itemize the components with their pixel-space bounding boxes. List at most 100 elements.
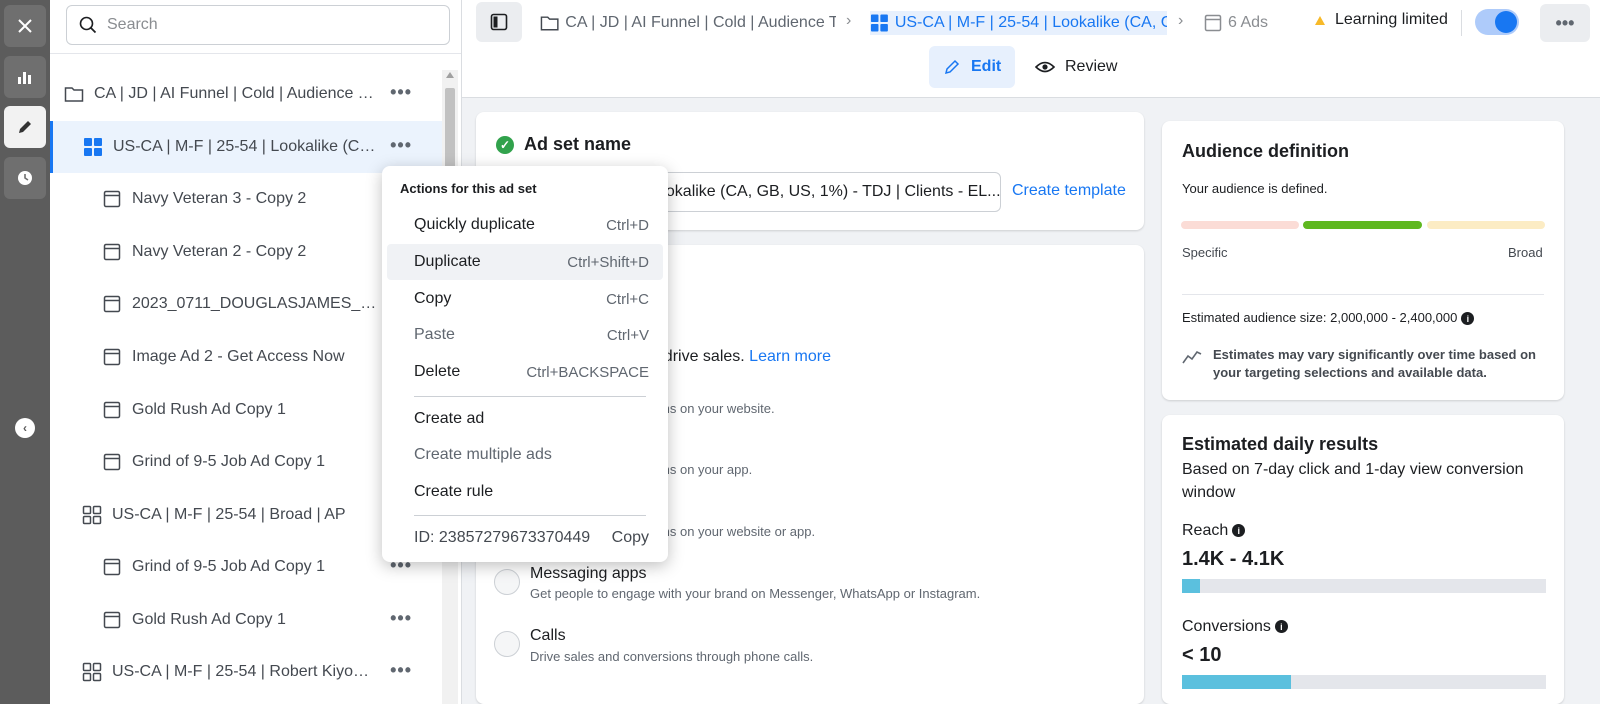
ad-icon — [1204, 14, 1222, 32]
analytics-icon — [18, 72, 31, 84]
reach-value: 1.4K - 4.1K — [1182, 548, 1285, 570]
breadcrumb-campaign[interactable]: CA | JD | AI Funnel | Cold | Audience Te — [540, 11, 836, 35]
menu-item-create-rule[interactable]: Create rule — [387, 474, 663, 510]
review-tab[interactable]: Review — [1021, 46, 1131, 88]
conversions-bar — [1182, 675, 1546, 689]
calls-radio[interactable] — [494, 631, 520, 657]
menu-item-shortcut: Ctrl+BACKSPACE — [526, 363, 649, 381]
menu-item-quickly-duplicate[interactable]: Quickly duplicate Ctrl+D — [387, 207, 663, 243]
menu-item-paste[interactable]: Paste Ctrl+V — [387, 317, 663, 353]
status-label: Learning limited — [1335, 11, 1448, 28]
menu-item-shortcut: Ctrl+C — [606, 290, 649, 308]
breadcrumb-label: 6 Ads — [1228, 14, 1269, 31]
reach-label: Reach i — [1182, 522, 1246, 540]
breadcrumb-ads[interactable]: 6 Ads — [1204, 11, 1294, 35]
adset-grid-icon — [83, 137, 103, 157]
create-template-link[interactable]: Create template — [1012, 182, 1126, 200]
breadcrumb-label: CA | JD | AI Funnel | Cold | Audience Te — [565, 14, 836, 31]
folder-icon — [64, 84, 84, 104]
audience-size-label: Estimated audience size: 2,000,000 - 2,4… — [1182, 310, 1458, 325]
edit-mode-button[interactable] — [4, 106, 46, 148]
clock-icon — [18, 171, 32, 185]
menu-item-adset-id: ID: 23857279673370449 Copy — [387, 520, 663, 556]
daily-results-subtitle: Based on 7-day click and 1-day view conv… — [1182, 461, 1524, 501]
close-button[interactable] — [4, 5, 46, 47]
tree-row-label: Gold Rush Ad Copy 1 — [132, 611, 286, 628]
tree-row-label: US-CA | M-F | 25-54 | Lookalike (CA, ... — [113, 138, 381, 155]
tree-row-ad[interactable]: Gold Rush Ad Copy 1 ••• — [50, 594, 442, 646]
ad-icon — [102, 452, 122, 472]
info-icon[interactable]: i — [1461, 312, 1475, 326]
history-button[interactable] — [4, 157, 46, 199]
more-actions-button[interactable]: ••• — [1540, 4, 1590, 42]
scroll-up-icon[interactable] — [446, 72, 454, 78]
tree-row-campaign[interactable]: CA | JD | AI Funnel | Cold | Audience Te… — [50, 68, 442, 120]
info-icon[interactable]: i — [1232, 524, 1246, 538]
adset-name-heading: Ad set name — [524, 134, 632, 154]
analytics-button[interactable] — [4, 56, 46, 98]
more-options-icon[interactable]: ••• — [390, 608, 412, 629]
edit-tab[interactable]: Edit — [929, 46, 1016, 88]
tree-row-label: Navy Veteran 2 - Copy 2 — [132, 243, 307, 260]
tree-row-label: Image Ad 2 - Get Access Now — [132, 348, 345, 365]
ad-icon — [102, 294, 122, 314]
search-input[interactable]: Search — [66, 5, 450, 45]
tree-row-label: Gold Rush Ad Copy 1 — [132, 401, 286, 418]
menu-item-duplicate[interactable]: Duplicate Ctrl+Shift+D — [387, 244, 663, 280]
divider — [50, 53, 461, 54]
breadcrumb-label: US-CA | M-F | 25-54 | Lookalike (CA, GB — [894, 14, 1167, 31]
menu-item-create-multiple-ads[interactable]: Create multiple ads — [387, 437, 663, 473]
audience-size: Estimated audience size: 2,000,000 - 2,4… — [1182, 310, 1475, 326]
ad-icon — [102, 610, 122, 630]
menu-item-create-ad[interactable]: Create ad — [387, 401, 663, 437]
toggle-panel-button[interactable] — [476, 2, 522, 42]
adset-on-off-toggle[interactable] — [1475, 9, 1519, 35]
menu-item-label: Quickly duplicate — [414, 216, 535, 233]
tree-row-label: US-CA | M-F | 25-54 | Broad | AP — [112, 506, 346, 523]
warning-icon — [1315, 15, 1325, 25]
collapse-panel-button[interactable]: ‹ — [15, 418, 35, 438]
conversion-description: to drive sales. Learn more — [646, 348, 831, 366]
adset-name-input[interactable]: ookalike (CA, GB, US, 1%) - TDJ | Client… — [646, 172, 1001, 212]
meter-broad-segment — [1427, 221, 1545, 229]
daily-results-card: Estimated daily results Based on 7-day c… — [1162, 415, 1564, 704]
left-rail: ‹ — [0, 0, 50, 704]
meter-broad-label: Broad — [1508, 245, 1543, 260]
daily-results-title: Estimated daily results — [1182, 434, 1379, 454]
more-options-icon[interactable]: ••• — [390, 660, 412, 681]
divider — [1182, 294, 1544, 295]
learn-more-link[interactable]: Learn more — [749, 348, 831, 365]
tree-row-adset[interactable]: US-CA | M-F | 25-54 | Robert Kiyosa... •… — [50, 646, 442, 698]
more-options-icon[interactable]: ••• — [390, 82, 412, 103]
context-menu-header: Actions for this ad set — [400, 181, 537, 196]
calls-title: Calls — [530, 627, 566, 644]
menu-item-shortcut: Ctrl+D — [606, 216, 649, 234]
delivery-status[interactable]: Learning limited — [1315, 11, 1448, 29]
ad-icon — [102, 400, 122, 420]
edit-tab-label: Edit — [971, 58, 1002, 75]
messaging-apps-radio[interactable] — [494, 569, 520, 595]
menu-item-label: Delete — [414, 363, 461, 380]
reach-bar — [1182, 579, 1546, 593]
tree-row-label: Grind of 9-5 Job Ad Copy 1 — [132, 558, 325, 575]
messaging-apps-title: Messaging apps — [530, 565, 647, 582]
tree-row-label: 2023_0711_DOUGLASJAMES_FB... — [132, 295, 382, 312]
copy-id-button[interactable]: Copy — [612, 529, 649, 547]
conversions-value: < 10 — [1182, 644, 1222, 666]
divider — [1461, 10, 1462, 36]
pencil-icon — [19, 121, 31, 133]
chevron-right-icon: › — [846, 12, 852, 29]
info-icon[interactable]: i — [1274, 620, 1288, 634]
menu-item-label: Paste — [414, 326, 455, 343]
ad-icon — [102, 347, 122, 367]
breadcrumb-adset[interactable]: US-CA | M-F | 25-54 | Lookalike (CA, GB — [870, 11, 1167, 35]
adset-grid-icon — [82, 662, 102, 682]
tree-row-adset-selected[interactable]: US-CA | M-F | 25-54 | Lookalike (CA, ...… — [50, 121, 442, 173]
more-options-icon[interactable]: ••• — [390, 135, 412, 156]
toggle-knob — [1495, 11, 1517, 33]
adset-grid-icon — [870, 14, 888, 32]
menu-item-delete[interactable]: Delete Ctrl+BACKSPACE — [387, 354, 663, 390]
menu-item-copy[interactable]: Copy Ctrl+C — [387, 281, 663, 317]
menu-item-label: Create rule — [414, 483, 494, 500]
mode-bar: Edit Review — [462, 46, 1600, 98]
